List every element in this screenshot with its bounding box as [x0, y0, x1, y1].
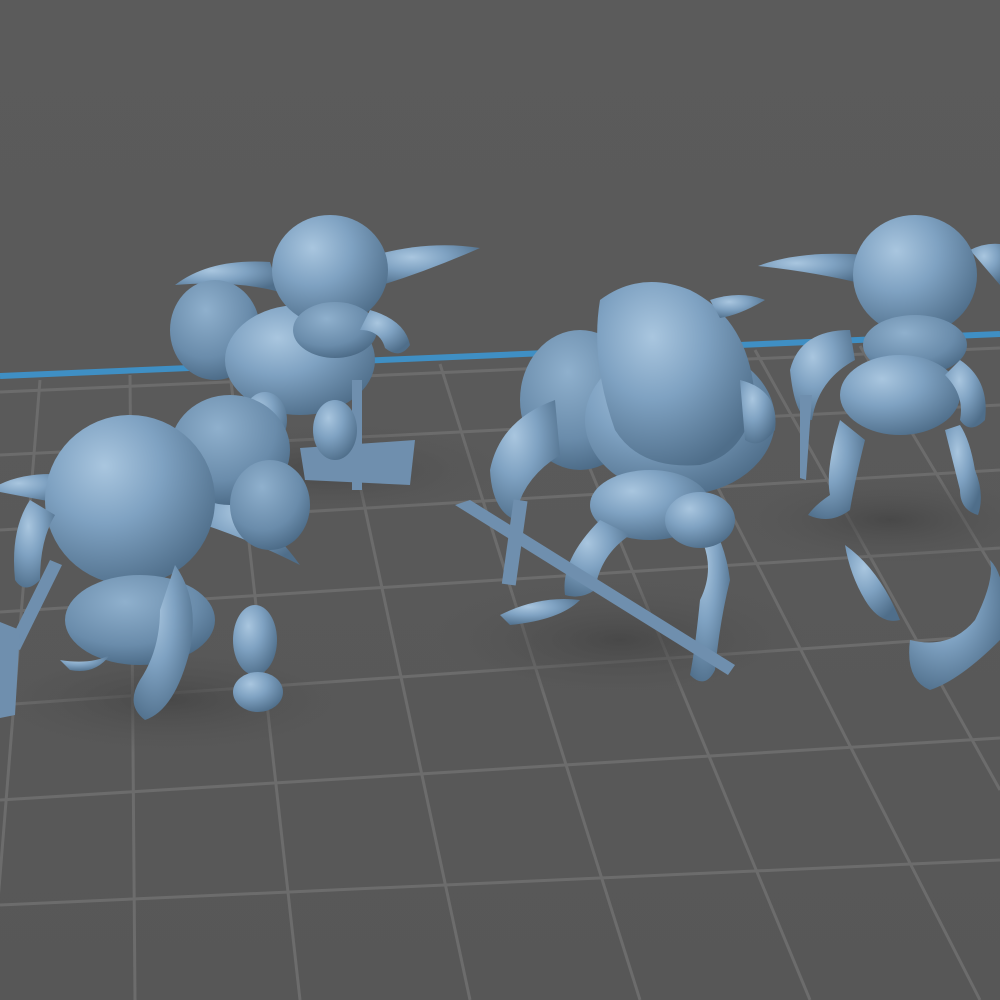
viewport-canvas[interactable] — [0, 0, 1000, 1000]
goblin-ear — [375, 245, 480, 285]
goblin-head — [45, 415, 215, 585]
goblin-ear — [758, 253, 868, 285]
3d-viewport[interactable] — [0, 0, 1000, 1000]
dagger-icon — [800, 395, 812, 480]
